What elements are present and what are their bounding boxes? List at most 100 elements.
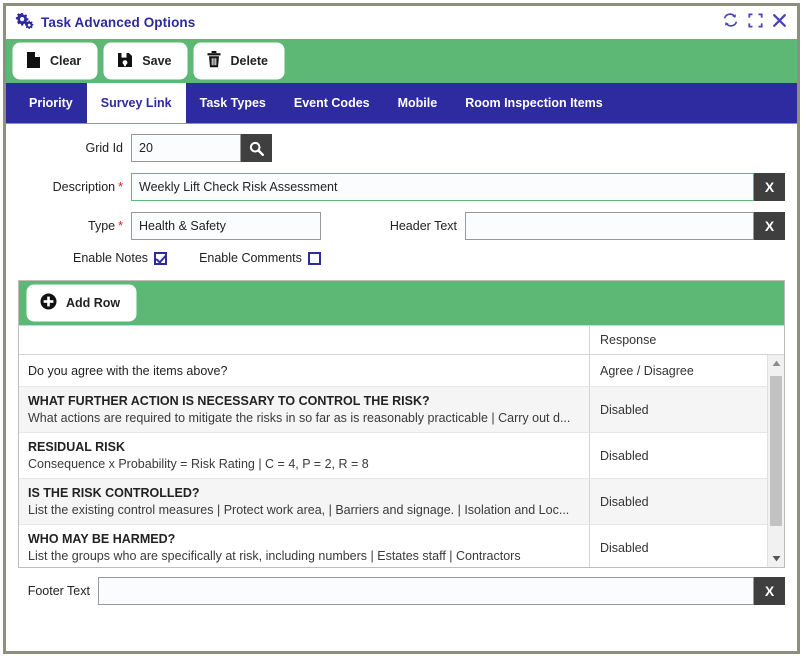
- row-question-title: Do you agree with the items above?: [28, 363, 228, 378]
- table-row[interactable]: WHO MAY BE HARMED? List the groups who a…: [19, 525, 784, 567]
- grid-id-input[interactable]: [131, 134, 241, 162]
- tab-event-codes[interactable]: Event Codes: [280, 83, 384, 123]
- row-question-subtitle: Consequence x Probability = Risk Rating …: [28, 457, 369, 471]
- row-question-cell: Do you agree with the items above?: [19, 355, 589, 386]
- tab-task-types-label: Task Types: [199, 96, 266, 110]
- add-row-button-label: Add Row: [66, 295, 121, 310]
- grid-id-label: Grid Id: [85, 141, 123, 155]
- description-required-marker: *: [118, 180, 123, 194]
- tab-survey-link-label: Survey Link: [100, 96, 172, 110]
- type-required-marker: *: [118, 219, 123, 233]
- grid-header-row: Response: [19, 325, 784, 355]
- tab-priority-label: Priority: [29, 96, 73, 110]
- tab-mobile-label: Mobile: [397, 96, 438, 110]
- trash-icon: [207, 51, 221, 71]
- enable-notes-label: Enable Notes: [73, 251, 149, 265]
- survey-form: Grid Id Description* X: [6, 124, 797, 277]
- table-row[interactable]: Do you agree with the items above? Agree…: [19, 355, 784, 387]
- row-question-subtitle: What actions are required to mitigate th…: [28, 411, 571, 425]
- row-question-title: RESIDUAL RISK: [28, 440, 126, 454]
- footer-text-label: Footer Text: [27, 584, 90, 598]
- grid-header-question: [19, 326, 589, 354]
- type-label-text: Type: [88, 219, 116, 233]
- table-row[interactable]: IS THE RISK CONTROLLED? List the existin…: [19, 479, 784, 525]
- type-header-row: Type* Header Text X: [18, 212, 785, 240]
- row-question-cell: RESIDUAL RISK Consequence x Probability …: [19, 433, 589, 478]
- expand-icon[interactable]: [748, 13, 763, 33]
- grid-header-response: Response: [589, 326, 784, 354]
- table-row[interactable]: RESIDUAL RISK Consequence x Probability …: [19, 433, 784, 479]
- grid-vertical-scrollbar[interactable]: [767, 355, 784, 567]
- save-button-label: Save: [142, 53, 172, 68]
- enable-comments-checkbox[interactable]: [307, 251, 321, 265]
- clear-x-icon: X: [764, 179, 775, 195]
- grid-toolbar: Add Row: [19, 281, 784, 325]
- grid-id-row: Grid Id: [18, 134, 785, 162]
- row-response-cell: Disabled: [589, 387, 784, 432]
- description-label: Description *: [18, 180, 123, 194]
- scrollbar-thumb[interactable]: [770, 376, 782, 526]
- grid-body: Do you agree with the items above? Agree…: [19, 355, 784, 567]
- tab-room-inspection-items[interactable]: Room Inspection Items: [451, 83, 617, 123]
- titlebar-controls: [722, 12, 787, 33]
- row-question-title: WHO MAY BE HARMED?: [28, 532, 176, 546]
- delete-button[interactable]: Delete: [195, 44, 284, 78]
- enable-notes-checkbox-group[interactable]: Enable Notes: [73, 251, 168, 265]
- clear-button-label: Clear: [50, 53, 82, 68]
- plus-circle-icon: [40, 293, 57, 313]
- scroll-up-arrow-icon[interactable]: [768, 355, 784, 372]
- tab-survey-link[interactable]: Survey Link: [86, 83, 186, 123]
- footer-text-row: Footer Text X: [6, 568, 797, 615]
- footer-text-input[interactable]: [98, 577, 754, 605]
- tab-mobile[interactable]: Mobile: [384, 83, 452, 123]
- row-response-cell: Disabled: [589, 433, 784, 478]
- clear-button[interactable]: Clear: [14, 44, 97, 78]
- clear-x-icon: X: [764, 218, 775, 234]
- main-toolbar: Clear Save Delete: [6, 39, 797, 83]
- type-input[interactable]: [131, 212, 321, 240]
- enable-comments-label: Enable Comments: [199, 251, 302, 265]
- grid-rows: Do you agree with the items above? Agree…: [19, 355, 784, 567]
- tab-priority[interactable]: Priority: [15, 83, 87, 123]
- header-text-clear-button[interactable]: X: [754, 212, 785, 240]
- description-row: Description* X: [18, 173, 785, 201]
- row-question-title: IS THE RISK CONTROLLED?: [28, 486, 200, 500]
- titlebar-left: Task Advanced Options: [15, 12, 195, 34]
- type-label: Type *: [18, 219, 123, 233]
- row-question-cell: WHO MAY BE HARMED? List the groups who a…: [19, 525, 589, 567]
- add-row-button[interactable]: Add Row: [28, 286, 136, 320]
- enable-comments-checkbox-group[interactable]: Enable Comments: [199, 251, 321, 265]
- row-question-subtitle: List the groups who are specifically at …: [28, 549, 521, 563]
- tab-event-codes-label: Event Codes: [293, 96, 370, 110]
- row-question-subtitle: List the existing control measures | Pro…: [28, 503, 570, 517]
- refresh-icon[interactable]: [722, 12, 739, 33]
- cogs-icon: [15, 12, 34, 34]
- row-question-title: WHAT FURTHER ACTION IS NECESSARY TO CONT…: [28, 394, 430, 408]
- description-clear-button[interactable]: X: [754, 173, 785, 201]
- header-text-input[interactable]: [465, 212, 754, 240]
- grid-id-search-button[interactable]: [241, 134, 272, 162]
- checkbox-row: Enable Notes Enable Comments: [18, 251, 785, 265]
- task-advanced-options-window: Task Advanced Options Clear Save Delete …: [3, 3, 800, 654]
- row-response-cell: Agree / Disagree: [589, 355, 784, 386]
- tab-bar: Priority Survey Link Task Types Event Co…: [6, 83, 797, 123]
- floppy-disk-icon: [117, 52, 133, 71]
- tab-task-types[interactable]: Task Types: [186, 83, 280, 123]
- footer-text-clear-button[interactable]: X: [754, 577, 785, 605]
- description-input[interactable]: [131, 173, 754, 201]
- survey-questions-grid: Add Row Response Do you agree with the i…: [18, 280, 785, 568]
- table-row[interactable]: WHAT FURTHER ACTION IS NECESSARY TO CONT…: [19, 387, 784, 433]
- enable-notes-checkbox[interactable]: [154, 251, 168, 265]
- tab-content-survey-link: Grid Id Description* X: [6, 123, 797, 651]
- file-icon: [26, 51, 41, 72]
- description-label-text: Description: [52, 180, 116, 194]
- save-button[interactable]: Save: [105, 44, 187, 78]
- row-question-cell: WHAT FURTHER ACTION IS NECESSARY TO CONT…: [19, 387, 589, 432]
- row-response-cell: Disabled: [589, 525, 784, 567]
- clear-x-icon: X: [764, 583, 775, 599]
- row-question-cell: IS THE RISK CONTROLLED? List the existin…: [19, 479, 589, 524]
- close-icon[interactable]: [772, 13, 787, 33]
- scroll-down-arrow-icon[interactable]: [768, 550, 784, 567]
- window-titlebar: Task Advanced Options: [6, 6, 797, 39]
- row-response-cell: Disabled: [589, 479, 784, 524]
